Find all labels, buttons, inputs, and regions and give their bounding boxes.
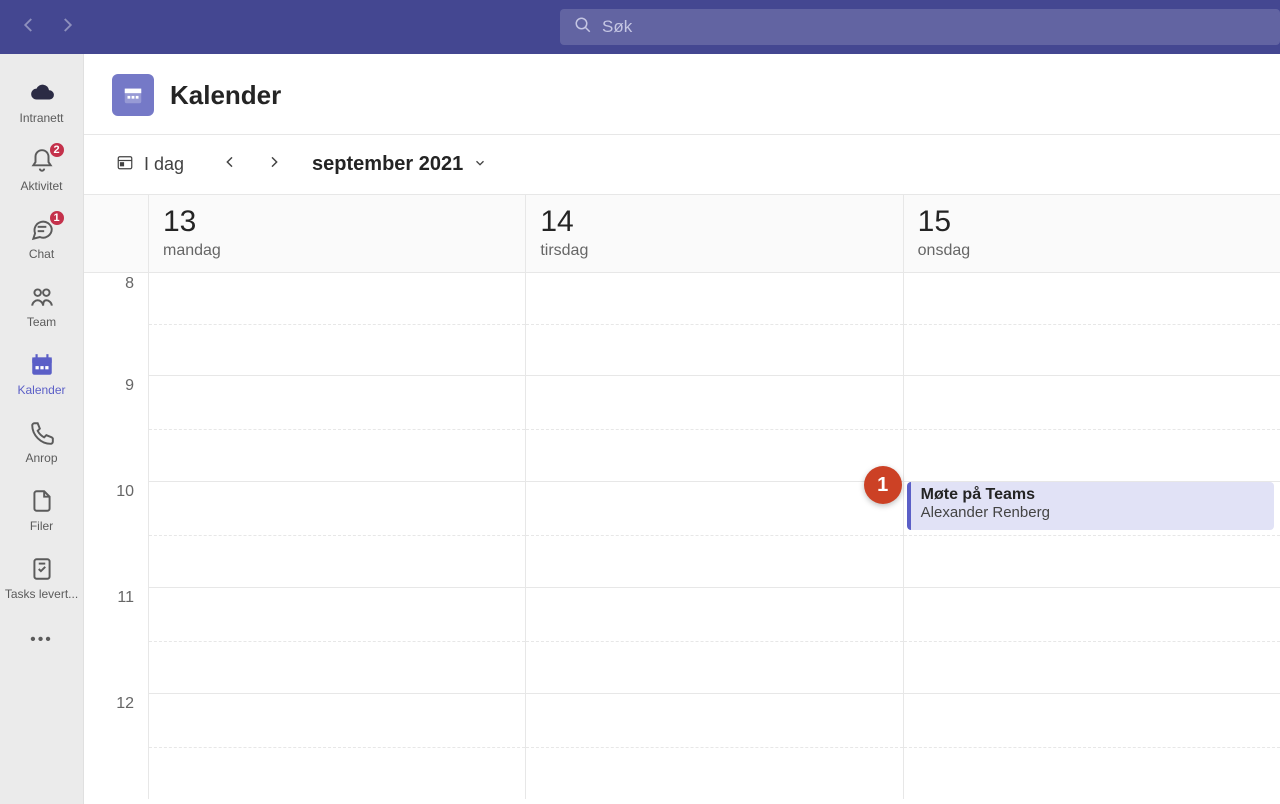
main-header: Kalender	[84, 54, 1280, 135]
event-organizer: Alexander Renberg	[921, 504, 1264, 521]
time-row: 9	[84, 375, 1280, 481]
time-slot[interactable]	[148, 693, 525, 799]
rail-item-more[interactable]: •••	[0, 620, 84, 660]
rail-label: Anrop	[25, 451, 57, 465]
today-icon	[116, 153, 134, 176]
rail-item-intranett[interactable]: Intranett	[0, 68, 84, 136]
title-bar	[0, 0, 1280, 54]
file-icon	[28, 487, 56, 515]
badge: 2	[48, 141, 66, 159]
calendar-icon	[28, 351, 56, 379]
week-nav	[222, 153, 282, 176]
time-slot[interactable]	[525, 375, 902, 481]
rail-item-filer[interactable]: Filer	[0, 476, 84, 544]
rail-label: Tasks levert...	[5, 587, 78, 601]
app-rail: Intranett 2 Aktivitet 1 Chat Team	[0, 54, 84, 804]
hour-label: 11	[84, 587, 148, 693]
time-slot[interactable]	[903, 693, 1280, 799]
history-nav	[20, 16, 76, 39]
hour-label: 12	[84, 693, 148, 799]
day-header[interactable]: 13 mandag	[148, 195, 525, 272]
time-row: 12	[84, 693, 1280, 799]
time-slot[interactable]	[148, 481, 525, 587]
rail-label: Chat	[29, 247, 54, 261]
team-icon	[28, 283, 56, 311]
chevron-down-icon	[473, 156, 487, 173]
next-week-button[interactable]	[266, 153, 282, 176]
tasks-icon	[28, 555, 56, 583]
time-row: 11	[84, 587, 1280, 693]
time-slot[interactable]	[148, 587, 525, 693]
rail-item-aktivitet[interactable]: 2 Aktivitet	[0, 136, 84, 204]
rail-label: Team	[27, 315, 56, 329]
time-slot[interactable]	[903, 587, 1280, 693]
time-slot[interactable]	[148, 273, 525, 375]
month-label: september 2021	[312, 153, 463, 176]
time-slot[interactable]	[525, 273, 902, 375]
day-number: 13	[163, 205, 511, 238]
search-box[interactable]	[560, 9, 1280, 45]
time-slot[interactable]	[525, 481, 902, 587]
time-row: 10 Møte på Teams Alexander Renberg 1	[84, 481, 1280, 587]
month-picker[interactable]: september 2021	[312, 153, 487, 176]
page-title: Kalender	[170, 80, 281, 111]
rail-label: Aktivitet	[20, 179, 62, 193]
day-header[interactable]: 15 onsdag	[903, 195, 1280, 272]
cloud-icon	[28, 79, 56, 107]
calendar-event[interactable]: Møte på Teams Alexander Renberg	[907, 482, 1274, 530]
time-slot[interactable]	[525, 693, 902, 799]
time-grid: 8 9 10	[84, 273, 1280, 804]
phone-icon	[28, 419, 56, 447]
chat-icon: 1	[28, 215, 56, 243]
time-slot[interactable]: Møte på Teams Alexander Renberg 1	[903, 481, 1280, 587]
day-header[interactable]: 14 tirsdag	[525, 195, 902, 272]
prev-week-button[interactable]	[222, 153, 238, 176]
forward-button[interactable]	[58, 16, 76, 39]
hour-label: 8	[84, 273, 148, 375]
calendar-app-tile-icon	[112, 74, 154, 116]
annotation-badge: 1	[864, 466, 902, 504]
time-slot[interactable]	[903, 273, 1280, 375]
rail-label: Filer	[30, 519, 53, 533]
hour-label: 9	[84, 375, 148, 481]
rail-label: Intranett	[19, 111, 63, 125]
back-button[interactable]	[20, 16, 38, 39]
day-name: mandag	[163, 242, 511, 260]
main-content: Kalender I dag september 2021	[84, 54, 1280, 804]
day-headers: 13 mandag 14 tirsdag 15 onsdag	[84, 195, 1280, 273]
time-slot[interactable]	[903, 375, 1280, 481]
search-icon	[574, 16, 592, 39]
time-row: 8	[84, 273, 1280, 375]
time-slot[interactable]	[148, 375, 525, 481]
calendar-grid: 13 mandag 14 tirsdag 15 onsdag 8	[84, 195, 1280, 804]
day-number: 14	[540, 205, 888, 238]
bell-icon: 2	[28, 147, 56, 175]
rail-item-chat[interactable]: 1 Chat	[0, 204, 84, 272]
rail-item-tasks[interactable]: Tasks levert...	[0, 544, 84, 612]
time-slot[interactable]	[525, 587, 902, 693]
day-name: tirsdag	[540, 242, 888, 260]
rail-item-team[interactable]: Team	[0, 272, 84, 340]
badge: 1	[48, 209, 66, 227]
hour-label: 10	[84, 481, 148, 587]
day-name: onsdag	[918, 242, 1266, 260]
rail-label: Kalender	[17, 383, 65, 397]
day-number: 15	[918, 205, 1266, 238]
more-icon: •••	[30, 631, 53, 649]
today-label: I dag	[144, 154, 184, 175]
rail-item-kalender[interactable]: Kalender	[0, 340, 84, 408]
today-button[interactable]: I dag	[112, 149, 188, 180]
rail-item-anrop[interactable]: Anrop	[0, 408, 84, 476]
event-title: Møte på Teams	[921, 486, 1264, 504]
calendar-toolbar: I dag september 2021	[84, 135, 1280, 195]
search-input[interactable]	[602, 17, 1266, 37]
